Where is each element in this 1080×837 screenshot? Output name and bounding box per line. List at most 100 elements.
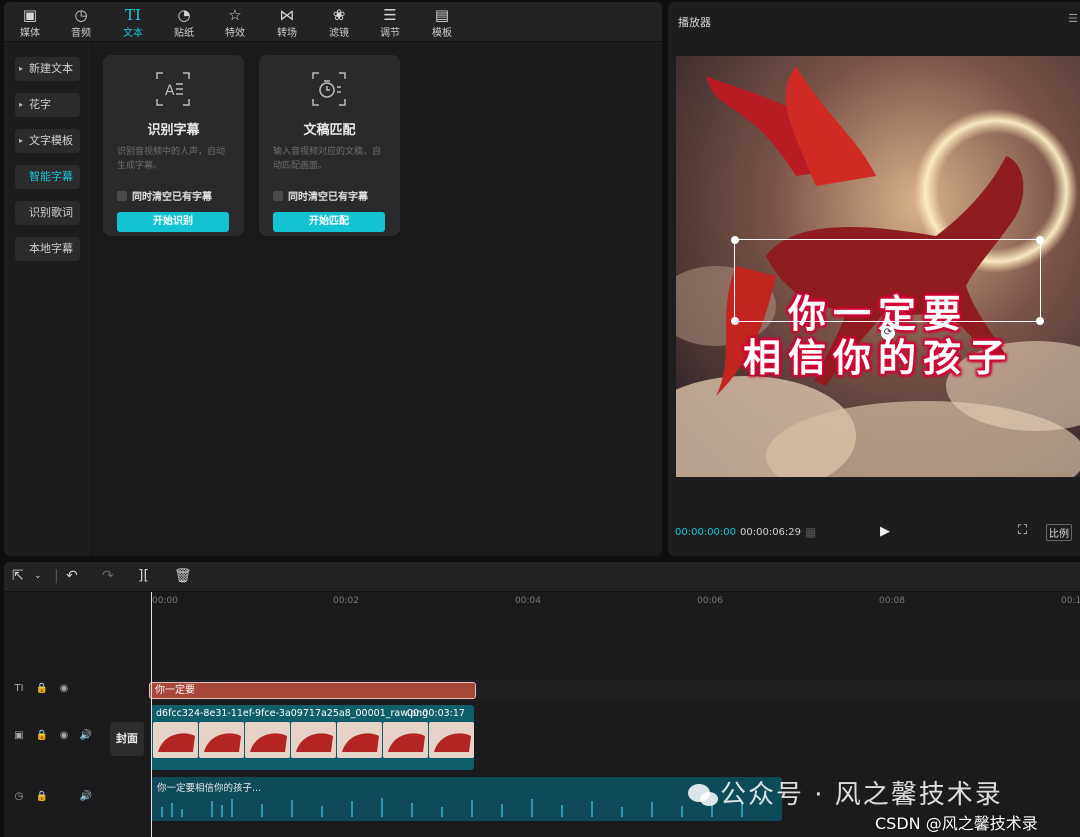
tab-media[interactable]: ▣ 媒体 xyxy=(10,6,50,40)
transition-icon: ⋈ xyxy=(279,6,295,24)
video-thumbnail xyxy=(245,722,290,758)
ruler-tick: 00:00 xyxy=(152,596,178,606)
csdn-watermark: CSDN @风之馨技术录 xyxy=(875,814,1038,833)
tab-sticker[interactable]: ◔ 贴纸 xyxy=(164,6,204,40)
media-icon: ▣ xyxy=(22,6,38,24)
select-cursor-icon[interactable]: ⇱ xyxy=(12,568,24,584)
adjust-icon: ☰ xyxy=(383,6,397,24)
sidebar-item-local-subtitle[interactable]: 本地字幕 xyxy=(15,237,80,261)
sidebar-item-lyrics[interactable]: 识别歌词 xyxy=(15,201,80,225)
audio-track-icon: ◷ xyxy=(14,791,24,802)
resize-handle-bottom-right[interactable] xyxy=(1036,317,1044,325)
resize-handle-bottom-left[interactable] xyxy=(731,317,739,325)
sidebar-item-text-template[interactable]: 文字模板 xyxy=(15,129,80,153)
tab-adjust[interactable]: ☰ 调节 xyxy=(370,6,410,40)
redo-icon[interactable]: ↷ xyxy=(102,568,114,584)
filter-icon: ❀ xyxy=(332,6,346,24)
sidebar-item-fancy-text[interactable]: 花字 xyxy=(15,93,80,117)
start-match-button[interactable]: 开始匹配 xyxy=(273,212,385,232)
volume-icon[interactable]: 🔊 xyxy=(79,729,93,743)
template-icon: ▤ xyxy=(434,6,450,24)
text-icon: TI xyxy=(125,6,141,24)
sidebar-item-new-text[interactable]: 新建文本 xyxy=(15,57,80,81)
rotate-icon[interactable]: ⟳ xyxy=(881,326,895,340)
wechat-icon xyxy=(686,781,720,809)
audio-icon: ◷ xyxy=(74,6,88,24)
text-track-icon: TI xyxy=(14,683,24,694)
player-title: 播放器 xyxy=(678,16,711,29)
start-recognize-button[interactable]: 开始识别 xyxy=(117,212,229,232)
match-script-card: 文稿匹配 输入音视频对应的文稿，自动匹配画面。 同时清空已有字幕 开始匹配 xyxy=(259,55,400,236)
ruler-tick: 00:1 xyxy=(1061,596,1080,606)
video-thumbnail xyxy=(429,722,474,758)
recognize-subtitle-card: A 识别字幕 识别音视频中的人声，自动生成字幕。 同时清空已有字幕 开始识别 xyxy=(103,55,244,236)
cover-button[interactable]: 封面 xyxy=(110,722,144,756)
card-title: 识别字幕 xyxy=(147,123,200,138)
playhead[interactable] xyxy=(151,592,152,837)
text-clip[interactable]: 你一定要 xyxy=(149,682,476,699)
ruler-tick: 00:04 xyxy=(515,596,541,606)
undo-icon[interactable]: ↶ xyxy=(66,568,78,584)
split-icon[interactable]: ][ xyxy=(138,568,149,584)
video-thumbnail xyxy=(337,722,382,758)
tab-template[interactable]: ▤ 模板 xyxy=(422,6,462,40)
player-menu-icon[interactable]: ☰ xyxy=(1068,12,1078,25)
delete-icon[interactable]: 🗑 xyxy=(174,568,192,584)
clear-subtitle-checkbox[interactable]: 同时清空已有字幕 xyxy=(117,188,212,203)
divider: | xyxy=(54,568,59,584)
fullscreen-icon[interactable]: ⛶ xyxy=(1018,523,1027,538)
duration: 00:00:06:29 xyxy=(740,527,802,538)
chevron-down-icon[interactable]: ⌄ xyxy=(34,571,42,581)
eye-icon[interactable]: ◉ xyxy=(57,682,71,696)
ratio-button[interactable]: 比例 xyxy=(1046,524,1072,541)
video-thumbnail xyxy=(199,722,244,758)
preview-canvas[interactable]: 你一定要 相信你的孩子 ⟳ xyxy=(676,56,1080,477)
time-ruler[interactable]: 00:00 00:02 00:04 00:06 00:08 00:1 xyxy=(150,592,1080,612)
watermark: 公众号 · 风之馨技术录 xyxy=(686,774,1003,811)
recognize-text-icon: A xyxy=(156,72,190,106)
tab-effects[interactable]: ☆ 特效 xyxy=(215,6,255,40)
video-thumbnail xyxy=(383,722,428,758)
media-panel: ▣ 媒体 ◷ 音频 TI 文本 ◔ 贴纸 ☆ 特效 ⋈ 转场 ❀ 滤镜 ☰ 调节 xyxy=(4,2,662,556)
tab-filter[interactable]: ❀ 滤镜 xyxy=(319,6,359,40)
sticker-icon: ◔ xyxy=(177,6,191,24)
timeline-toolbar: ⇱ ⌄ | ↶ ↷ ][ 🗑 xyxy=(4,562,1080,592)
match-script-icon xyxy=(312,72,346,106)
video-clip[interactable]: d6fcc324-8e31-11ef-9fce-3a09717a25a8_000… xyxy=(151,705,474,770)
resize-handle-top-right[interactable] xyxy=(1036,236,1044,244)
checkbox-box[interactable] xyxy=(273,191,283,201)
lock-icon[interactable]: 🔒 xyxy=(35,729,49,743)
ruler-tick: 00:02 xyxy=(333,596,359,606)
play-icon[interactable]: ▶ xyxy=(880,524,890,539)
card-description: 识别音视频中的人声，自动生成字幕。 xyxy=(117,147,226,171)
card-title: 文稿匹配 xyxy=(303,123,356,138)
video-thumbnail xyxy=(291,722,336,758)
sidebar-item-smart-subtitle[interactable]: 智能字幕 xyxy=(15,165,80,189)
subtitle-line-2: 相信你的孩子 xyxy=(742,336,1013,380)
subtitle-panel: A 识别字幕 识别音视频中的人声，自动生成字幕。 同时清空已有字幕 开始识别 文… xyxy=(92,43,662,556)
card-description: 输入音视频对应的文稿，自动匹配画面。 xyxy=(273,147,382,171)
svg-text:A: A xyxy=(165,83,175,99)
text-selection-box[interactable]: ⟳ xyxy=(731,236,1044,340)
tab-transition[interactable]: ⋈ 转场 xyxy=(267,6,307,40)
audio-clip-name: 你一定要相信你的孩子... xyxy=(157,783,262,794)
video-clip-duration: 00:00:03:17 xyxy=(407,708,465,719)
eye-icon[interactable]: ◉ xyxy=(57,729,71,743)
tab-text[interactable]: TI 文本 xyxy=(113,6,153,40)
video-track-icon: ▣ xyxy=(14,730,24,741)
player-panel: 播放器 ☰ 你一定要 相信你的孩子 ⟳ 00:00:00:00 00:00:06… xyxy=(668,2,1080,556)
volume-icon[interactable]: 🔊 xyxy=(79,790,93,804)
sidebar: 新建文本 花字 文字模板 智能字幕 识别歌词 本地字幕 xyxy=(4,43,92,556)
toolbar-tabs: ▣ 媒体 ◷ 音频 TI 文本 ◔ 贴纸 ☆ 特效 ⋈ 转场 ❀ 滤镜 ☰ 调节 xyxy=(4,2,662,42)
resize-handle-top-left[interactable] xyxy=(731,236,739,244)
clear-subtitle-checkbox[interactable]: 同时清空已有字幕 xyxy=(273,188,368,203)
ruler-tick: 00:06 xyxy=(697,596,723,606)
checkbox-box[interactable] xyxy=(117,191,127,201)
video-thumbnail xyxy=(153,722,198,758)
lock-icon[interactable]: 🔒 xyxy=(35,790,49,804)
ruler-tick: 00:08 xyxy=(879,596,905,606)
lock-icon[interactable]: 🔒 xyxy=(35,682,49,696)
grid-icon[interactable]: ▦ xyxy=(805,525,816,539)
video-clip-name: d6fcc324-8e31-11ef-9fce-3a09717a25a8_000… xyxy=(156,708,429,719)
tab-audio[interactable]: ◷ 音频 xyxy=(61,6,101,40)
